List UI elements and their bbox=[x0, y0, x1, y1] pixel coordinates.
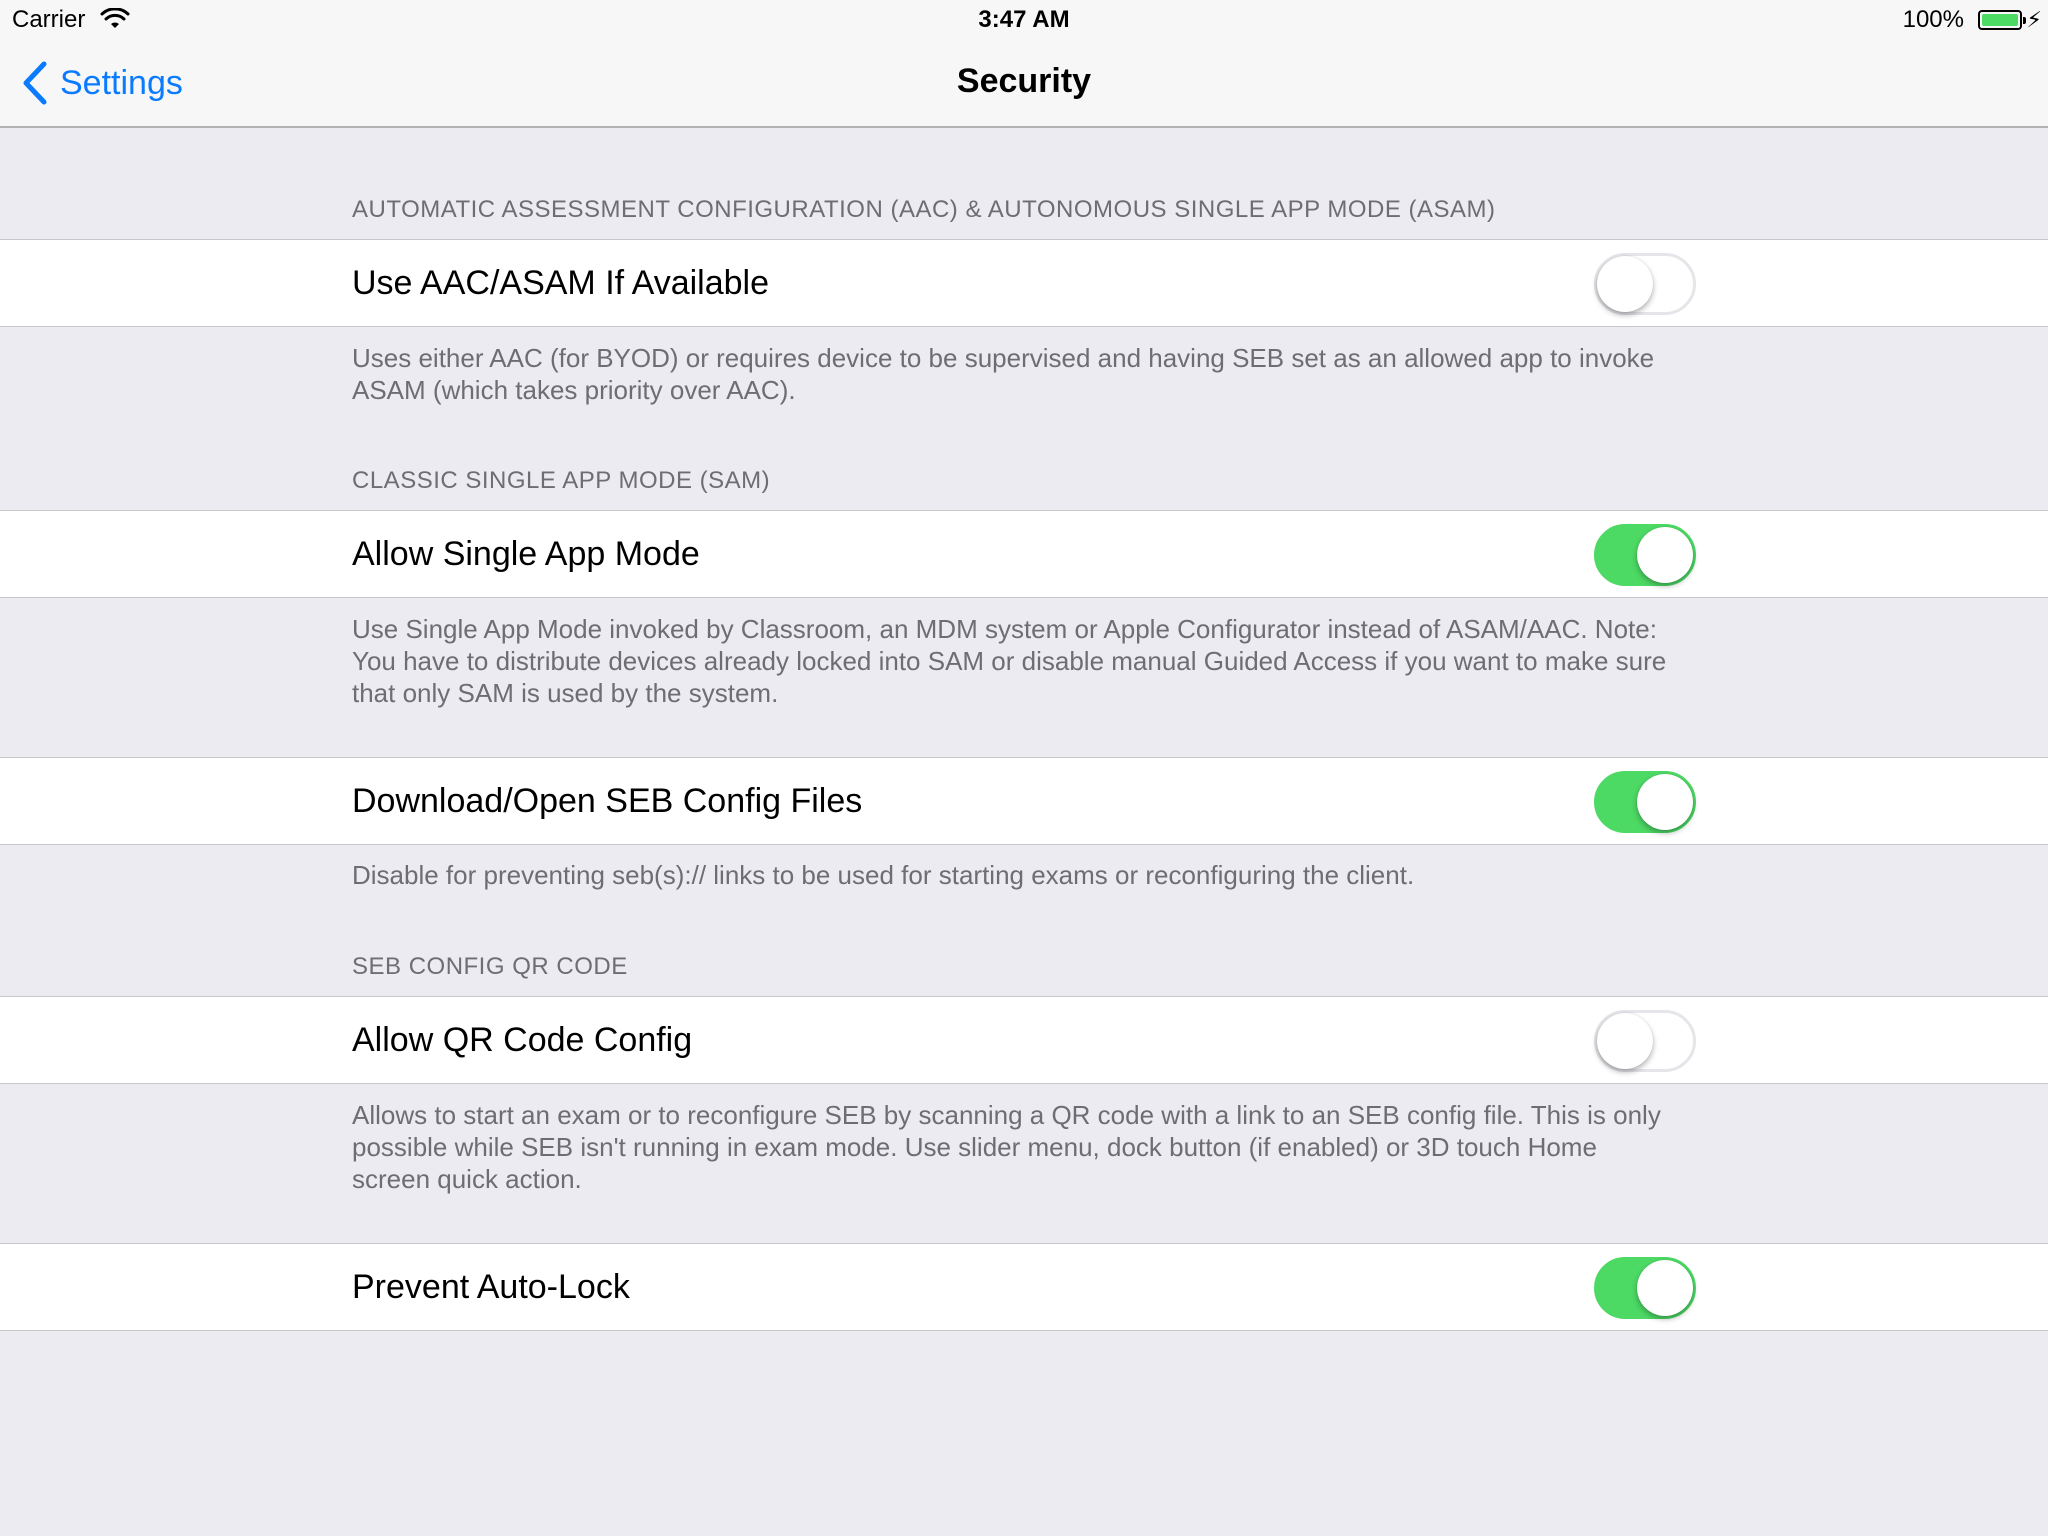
section-footer-aac-asam: Uses either AAC (for BYOD) or requires d… bbox=[352, 343, 1655, 405]
setting-label: Prevent Auto-Lock bbox=[352, 1268, 630, 1306]
setting-row-aac-asam[interactable]: Use AAC/ASAM If Available bbox=[0, 239, 2048, 327]
setting-row-qr-code-config[interactable]: Allow QR Code Config bbox=[0, 996, 2048, 1084]
toggle-knob bbox=[1637, 774, 1693, 830]
setting-label: Allow Single App Mode bbox=[352, 535, 700, 573]
setting-row-seb-config-files[interactable]: Download/Open SEB Config Files bbox=[0, 757, 2048, 845]
aac-asam-toggle[interactable] bbox=[1594, 253, 1696, 315]
setting-label: Download/Open SEB Config Files bbox=[352, 782, 863, 820]
toggle-knob bbox=[1637, 527, 1693, 583]
setting-row-single-app-mode[interactable]: Allow Single App Mode bbox=[0, 510, 2048, 598]
section-header-qr-code: SEB CONFIG QR CODE bbox=[352, 953, 628, 980]
status-time: 3:47 AM bbox=[978, 6, 1070, 33]
battery-fill bbox=[1982, 14, 2018, 26]
status-bar: Carrier 3:47 AM 100% ⚡ bbox=[0, 0, 2048, 40]
section-header-aac-asam: AUTOMATIC ASSESSMENT CONFIGURATION (AAC)… bbox=[352, 196, 1496, 223]
battery-icon bbox=[1978, 10, 2026, 30]
single-app-mode-toggle[interactable] bbox=[1594, 524, 1696, 586]
battery-percent: 100% bbox=[1902, 6, 1964, 33]
section-footer-qr-code: Allows to start an exam or to reconfigur… bbox=[352, 1100, 1661, 1194]
toggle-knob bbox=[1597, 256, 1653, 312]
setting-label: Use AAC/ASAM If Available bbox=[352, 264, 770, 302]
page-title: Security bbox=[956, 62, 1092, 100]
bolt-icon: ⚡ bbox=[2026, 7, 2042, 32]
section-footer-seb-config-files: Disable for preventing seb(s):// links t… bbox=[352, 860, 1415, 890]
section-header-sam: CLASSIC SINGLE APP MODE (SAM) bbox=[352, 467, 771, 494]
setting-row-prevent-auto-lock[interactable]: Prevent Auto-Lock bbox=[0, 1243, 2048, 1331]
seb-config-files-toggle[interactable] bbox=[1594, 771, 1696, 833]
prevent-auto-lock-toggle[interactable] bbox=[1594, 1257, 1696, 1319]
setting-label: Allow QR Code Config bbox=[352, 1021, 693, 1059]
qr-code-config-toggle[interactable] bbox=[1594, 1010, 1696, 1072]
toggle-knob bbox=[1597, 1013, 1653, 1069]
navigation-bar: Settings Security bbox=[0, 40, 2048, 128]
section-footer-sam: Use Single App Mode invoked by Classroom… bbox=[352, 614, 1667, 708]
toggle-knob bbox=[1637, 1260, 1693, 1316]
